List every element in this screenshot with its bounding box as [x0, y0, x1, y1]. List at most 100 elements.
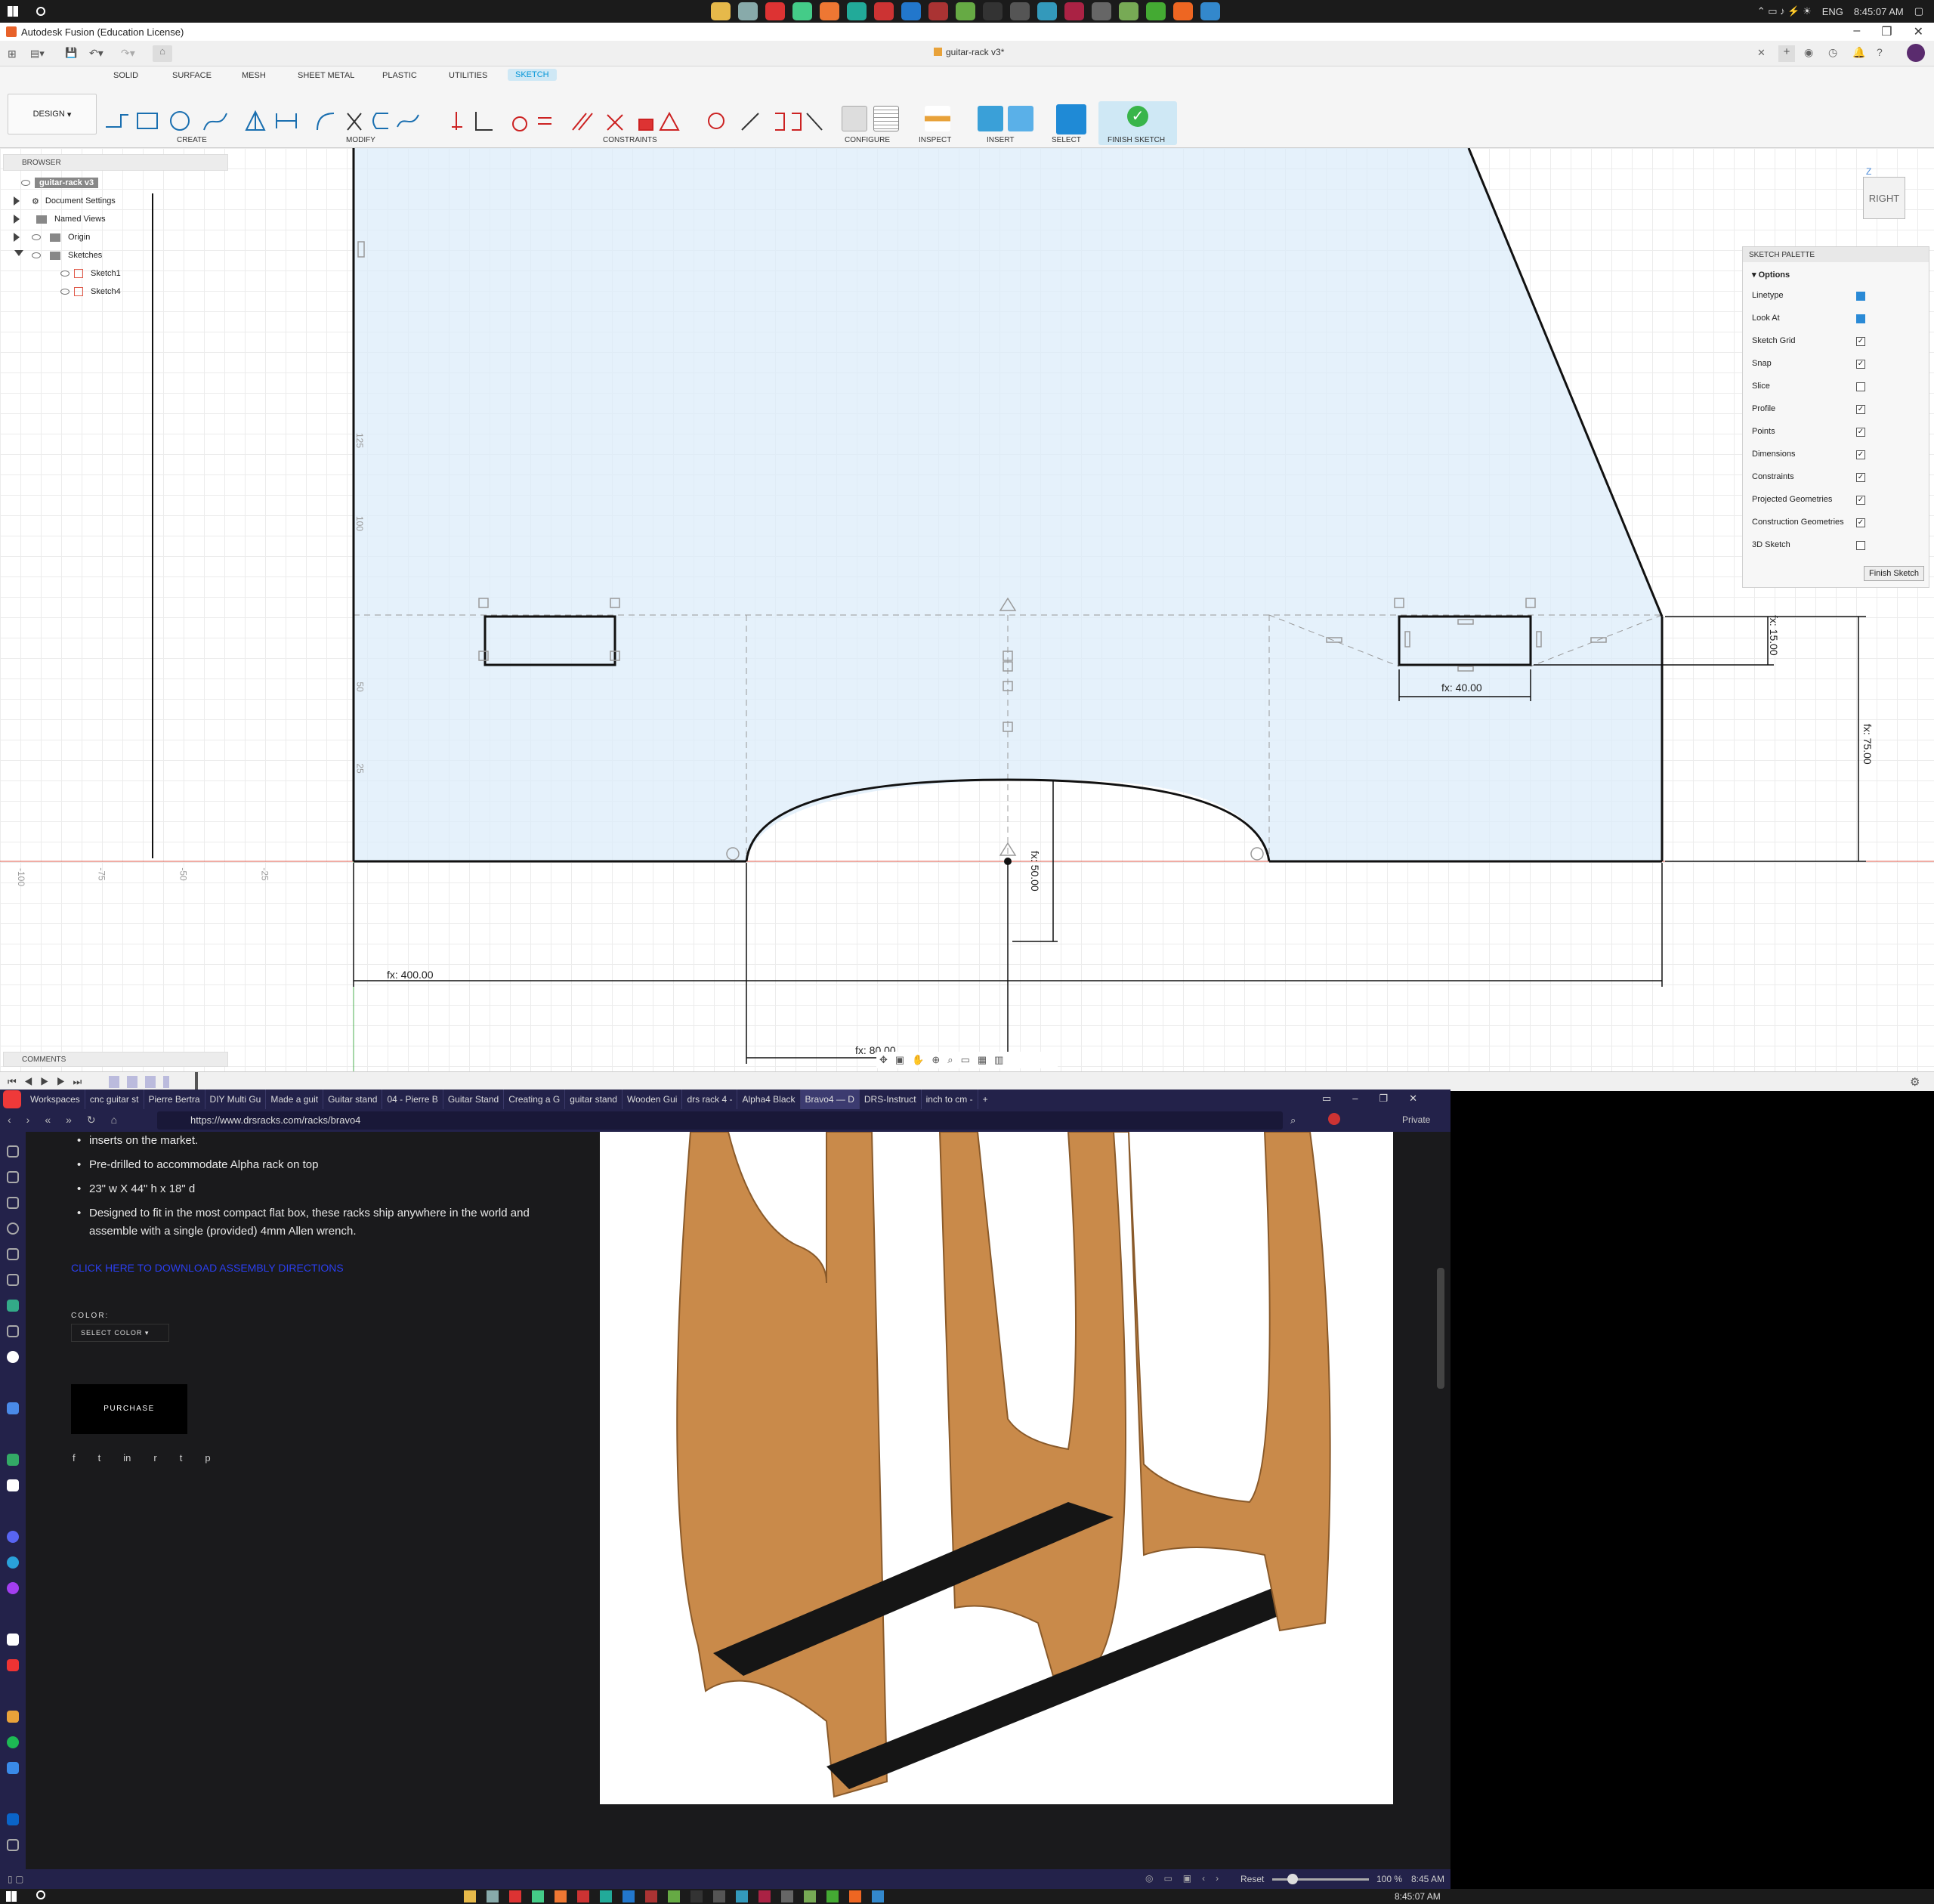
history-icon[interactable]: [7, 1222, 19, 1235]
pan-icon[interactable]: ✋: [912, 1054, 924, 1066]
vscode-icon[interactable]: [623, 1890, 635, 1902]
app-icon[interactable]: [1092, 2, 1111, 20]
chrome-icon[interactable]: [532, 1890, 544, 1902]
start-icon[interactable]: [8, 6, 18, 17]
rectangle-tool-icon[interactable]: [137, 113, 158, 129]
browser-item-origin[interactable]: Origin: [14, 228, 228, 246]
web-panel-icon[interactable]: [7, 1454, 19, 1466]
palette-checkbox[interactable]: [1856, 382, 1865, 391]
web-panel-icon[interactable]: [7, 1762, 19, 1774]
vivaldi-icon[interactable]: [509, 1890, 521, 1902]
palette-checkbox[interactable]: ✓: [1856, 360, 1865, 369]
chrome-icon[interactable]: [792, 2, 812, 20]
app-icon[interactable]: [1037, 2, 1057, 20]
palette-checkbox[interactable]: ✓: [1856, 496, 1865, 505]
app-icon[interactable]: [928, 2, 948, 20]
twitter-icon[interactable]: t: [98, 1452, 101, 1464]
parallel-icon[interactable]: [572, 113, 593, 131]
browser-item-sketch4[interactable]: Sketch4: [14, 283, 228, 301]
workspaces-button[interactable]: Workspaces: [26, 1090, 85, 1109]
app-icon[interactable]: [983, 2, 1003, 20]
app-icon[interactable]: [874, 2, 894, 20]
fusion-icon[interactable]: [849, 1890, 861, 1902]
facebook-icon[interactable]: f: [73, 1452, 76, 1464]
finish-sketch-button[interactable]: ✓ FINISH SKETCH: [1098, 101, 1177, 145]
timeline-controls[interactable]: ⏮◀▶▶⏭: [8, 1076, 89, 1088]
avatar[interactable]: [1907, 44, 1925, 62]
assembly-directions-link[interactable]: CLICK HERE TO DOWNLOAD ASSEMBLY DIRECTIO…: [71, 1262, 344, 1274]
undo-icon[interactable]: ↶▾: [89, 47, 103, 60]
browser-tab[interactable]: Pierre Bertra: [144, 1090, 205, 1109]
search-icon[interactable]: [36, 1890, 45, 1899]
coincident-icon[interactable]: [452, 112, 462, 130]
app-icon[interactable]: [804, 1890, 816, 1902]
restore-button[interactable]: ❐: [1881, 24, 1892, 39]
firefox-icon[interactable]: [555, 1890, 567, 1902]
circle-tool-icon[interactable]: [170, 111, 190, 131]
app-icon[interactable]: [956, 2, 975, 20]
palette-checkbox[interactable]: ✓: [1856, 473, 1865, 482]
pinterest-icon[interactable]: p: [205, 1452, 210, 1464]
reset-zoom-button[interactable]: Reset: [1240, 1874, 1264, 1884]
settings-icon[interactable]: [1010, 2, 1030, 20]
settings-icon[interactable]: [713, 1890, 725, 1902]
browser-item-sketches[interactable]: Sketches: [14, 246, 228, 264]
browser-item-sketch1[interactable]: Sketch1: [14, 264, 228, 283]
dimension-tool-icon[interactable]: [276, 113, 297, 128]
browser-tab[interactable]: Wooden Gui: [623, 1090, 683, 1109]
dim-height[interactable]: fx: 75.00: [1861, 724, 1874, 765]
spline-tool-icon[interactable]: [203, 113, 227, 131]
fix-icon[interactable]: [638, 119, 653, 131]
group-select[interactable]: SELECT: [1052, 136, 1081, 144]
tangent-icon[interactable]: [512, 116, 527, 131]
tab-mesh[interactable]: MESH: [242, 71, 266, 80]
browser-root[interactable]: guitar-rack v3: [14, 174, 228, 192]
explorer-icon[interactable]: [711, 2, 731, 20]
fillet-tool-icon[interactable]: [317, 113, 335, 131]
table-icon[interactable]: [873, 106, 899, 131]
minimize-button[interactable]: –: [1853, 24, 1860, 39]
app-icon[interactable]: [577, 1890, 589, 1902]
symmetric-icon[interactable]: [741, 113, 759, 131]
tab-plastic[interactable]: PLASTIC: [382, 71, 417, 80]
eye-icon[interactable]: [60, 270, 70, 277]
job-status-icon[interactable]: ◷: [1828, 46, 1837, 59]
orbit-icon[interactable]: ✥: [879, 1054, 888, 1066]
look-at-icon[interactable]: ▣: [895, 1054, 904, 1066]
app-icon[interactable]: [736, 1890, 748, 1902]
edge-icon[interactable]: [600, 1890, 612, 1902]
clock[interactable]: 8:45:07 AM: [1854, 6, 1904, 17]
feed-icon[interactable]: [7, 1300, 19, 1312]
color-select[interactable]: SELECT COLOR ▾: [71, 1324, 169, 1342]
app-icon[interactable]: [1200, 2, 1220, 20]
app-icon[interactable]: [668, 1890, 680, 1902]
equal-icon[interactable]: [538, 117, 551, 125]
trim-tool-icon[interactable]: [347, 113, 362, 131]
tab-utilities[interactable]: UTILITIES: [449, 71, 487, 80]
app-icon[interactable]: [487, 1890, 499, 1902]
app-icon[interactable]: [1119, 2, 1138, 20]
measure-icon[interactable]: [925, 106, 950, 131]
sketch-canvas[interactable]: fx: 400.00 fx: 80.00 fx: 40.00 fx: 50.00…: [0, 148, 1934, 1071]
tab-sheet-metal[interactable]: SHEET METAL: [298, 71, 354, 80]
extensions-icon[interactable]: ◉: [1804, 46, 1813, 59]
vscode-icon[interactable]: [901, 2, 921, 20]
grid-menu-icon[interactable]: ⊞: [8, 48, 17, 60]
curve-tool-icon[interactable]: [397, 114, 419, 128]
home-icon[interactable]: ⌂: [153, 45, 172, 62]
nav-buttons[interactable]: ‹›«»↻⌂: [8, 1114, 132, 1127]
eye-icon[interactable]: [21, 180, 30, 186]
notifications-icon[interactable]: 🔔: [1852, 46, 1865, 59]
reddit-icon[interactable]: r: [153, 1452, 156, 1464]
timeline-marker[interactable]: [195, 1072, 198, 1090]
tab-surface[interactable]: SURFACE: [172, 71, 212, 80]
viewports-icon[interactable]: ▥: [994, 1054, 1003, 1066]
fusion-icon[interactable]: [1173, 2, 1193, 20]
browser-tab[interactable]: Bravo4 — D: [800, 1090, 860, 1109]
bookmarks-icon[interactable]: [7, 1145, 19, 1158]
tab-solid[interactable]: SOLID: [113, 71, 138, 80]
perpendicular-icon[interactable]: [475, 112, 493, 131]
browser-tab[interactable]: guitar stand: [565, 1090, 623, 1109]
horizontal-icon[interactable]: [806, 113, 823, 131]
web-panel-icon[interactable]: [7, 1711, 19, 1723]
